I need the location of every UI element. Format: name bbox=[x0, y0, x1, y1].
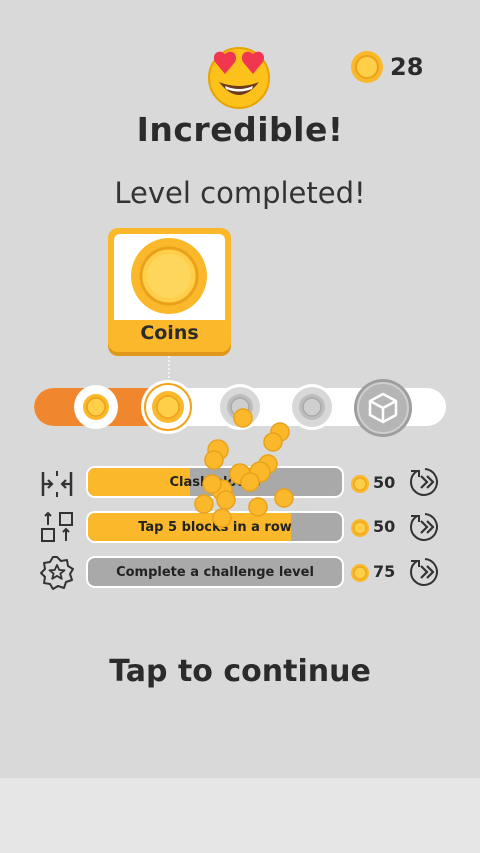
coin-counter: 28 bbox=[350, 50, 423, 84]
coin-icon bbox=[351, 475, 369, 493]
result-title: Incredible! bbox=[136, 110, 344, 149]
challenge-progress-bar: Clash blocks bbox=[86, 466, 344, 498]
challenge-label: Complete a challenge level bbox=[116, 564, 314, 580]
skip-video-icon[interactable] bbox=[408, 510, 442, 544]
coin-icon bbox=[351, 519, 369, 537]
coin-icon bbox=[351, 564, 369, 582]
progress-node-silver-coin bbox=[217, 384, 263, 430]
challenge-reward: 50 bbox=[373, 473, 396, 492]
result-subtitle: Level completed! bbox=[114, 176, 366, 210]
level-complete-screen[interactable]: 28 Incredible! Level completed! Coins Cl… bbox=[0, 0, 480, 778]
coin-icon bbox=[131, 238, 207, 314]
coin-icon bbox=[351, 51, 383, 83]
progress-node-coin-collected bbox=[74, 385, 118, 429]
reward-card: Coins bbox=[108, 228, 231, 352]
heart-eyes-emoji-icon bbox=[208, 47, 270, 109]
progress-node-silver-coin bbox=[289, 384, 335, 430]
clash-icon bbox=[41, 471, 73, 497]
skip-video-icon[interactable] bbox=[408, 555, 442, 589]
challenge-reward: 50 bbox=[373, 517, 396, 536]
reward-card-image bbox=[114, 234, 225, 320]
progress-node-cube bbox=[354, 379, 412, 437]
coin-count: 28 bbox=[390, 53, 424, 81]
challenge-progress-bar: Tap 5 blocks in a row bbox=[86, 511, 344, 543]
challenge-label: Tap 5 blocks in a row bbox=[138, 519, 292, 535]
challenge-label: Clash blocks bbox=[169, 474, 261, 490]
reward-card-label: Coins bbox=[140, 322, 199, 344]
challenge-reward: 75 bbox=[373, 562, 396, 581]
progress-node-coin-current bbox=[141, 380, 195, 434]
skip-video-icon[interactable] bbox=[408, 465, 442, 499]
star-badge-icon bbox=[40, 556, 74, 590]
blocks-row-icon bbox=[41, 511, 73, 542]
tap-to-continue-button[interactable]: Tap to continue bbox=[0, 654, 480, 689]
challenge-progress-bar: Complete a challenge level bbox=[86, 556, 344, 588]
